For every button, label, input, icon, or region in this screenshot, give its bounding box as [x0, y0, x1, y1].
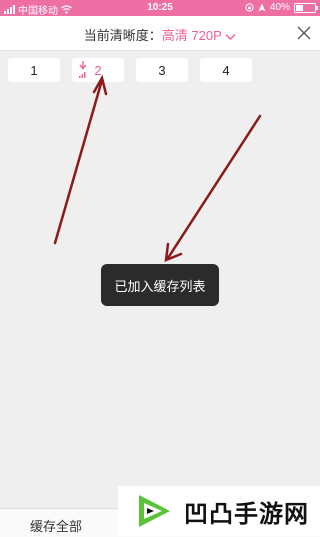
alarm-icon [258, 3, 266, 12]
status-bar: 中国移动 10:25 40% [0, 0, 320, 17]
toast-text: 已加入缓存列表 [114, 278, 206, 294]
episode-button-2[interactable]: 2 [72, 58, 124, 82]
episode-label: 4 [222, 62, 230, 78]
arrow-to-episode-2 [53, 74, 108, 245]
chevron-down-icon[interactable] [225, 33, 236, 41]
status-right: 40% [245, 2, 318, 13]
episode-label: 1 [30, 62, 38, 78]
episode-label: 2 [94, 62, 102, 78]
quality-label: 当前清晰度： [83, 28, 162, 43]
episode-button-4[interactable]: 4 [200, 58, 252, 82]
arrow-to-toast [164, 114, 262, 262]
episode-button-3[interactable]: 3 [136, 58, 188, 82]
quality-selector[interactable]: 当前清晰度：高清 720P [0, 25, 320, 44]
logo-icon [139, 495, 170, 527]
logo: 凹凸手游网 [118, 486, 320, 536]
episode-button-1[interactable]: 1 [8, 58, 60, 82]
download-icon [79, 61, 87, 78]
episode-label: 3 [158, 62, 166, 78]
quality-value[interactable]: 高清 720P [162, 28, 222, 43]
rotation-lock-icon [245, 3, 254, 12]
battery-icon [294, 2, 318, 13]
battery-percent: 40% [269, 2, 290, 13]
close-icon[interactable] [296, 25, 312, 41]
episode-list: 1 2 3 4 [8, 58, 252, 82]
toast-message: 已加入缓存列表 [101, 264, 219, 306]
save-all-button[interactable]: 缓存全部 [30, 516, 82, 535]
header: 当前清晰度：高清 720P [0, 16, 320, 51]
logo-text: 凹凸手游网 [184, 500, 309, 528]
